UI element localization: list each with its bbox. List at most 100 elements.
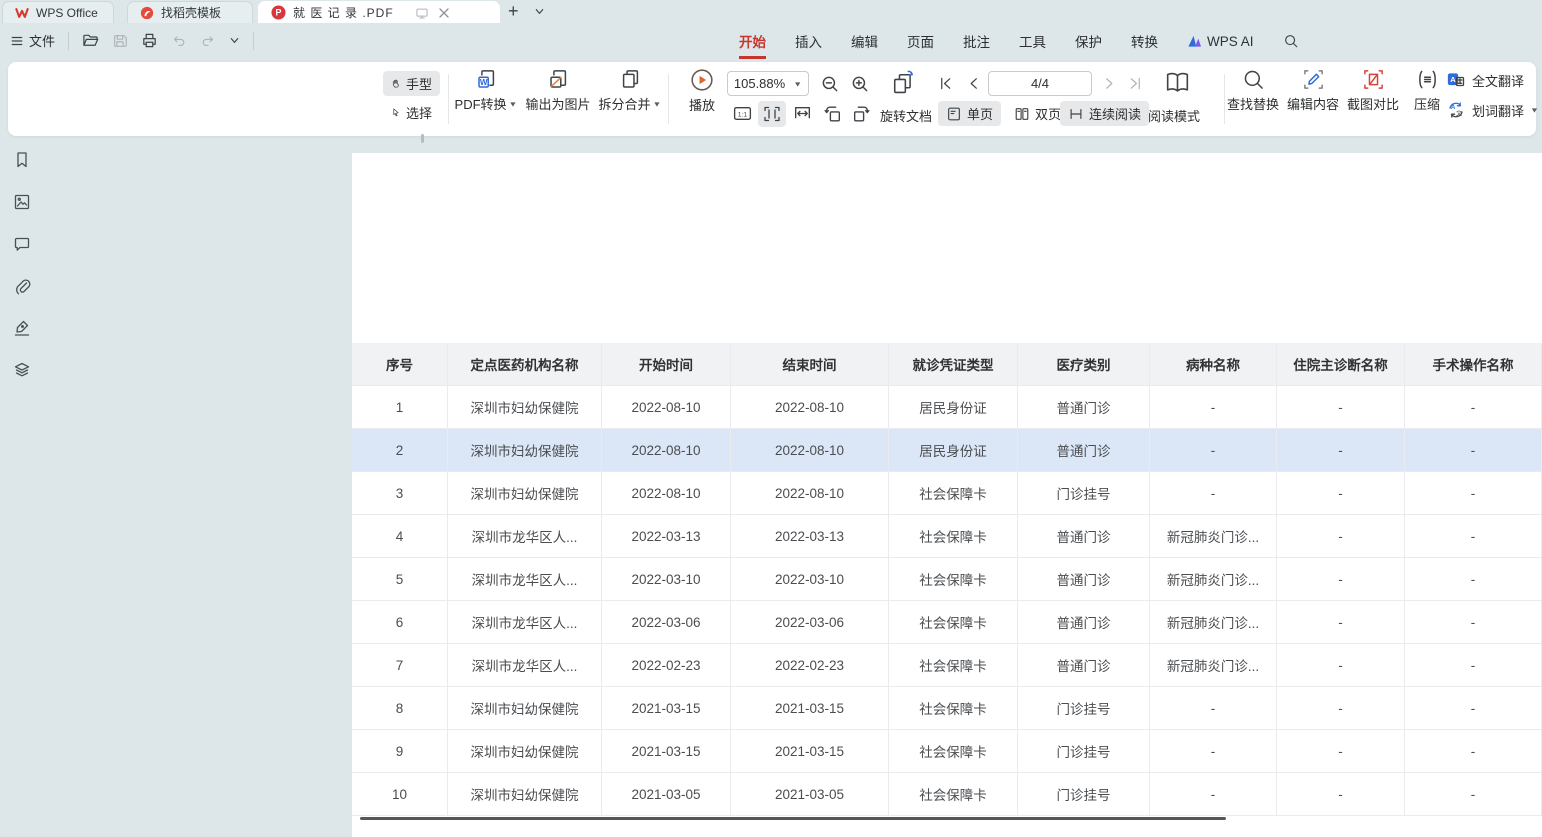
actual-size-icon[interactable]: 1:1 [732,103,753,124]
word-translate-label: 划词翻译 [1472,101,1524,120]
continuous-read-button[interactable]: 连续阅读 [1060,101,1149,126]
rotate-doc-label[interactable]: 旋转文档 [880,106,932,125]
table-cell: 普通门诊 [1018,515,1150,558]
rotate-left-icon[interactable] [822,103,843,124]
select-tool-button[interactable]: 选择 [383,100,440,125]
table-cell: 2022-03-10 [731,558,889,601]
table-cell: 新冠肺炎门诊... [1150,601,1277,644]
table-cell: 2021-03-15 [602,687,731,730]
play-button[interactable]: 播放 [678,68,726,114]
export-image-button[interactable]: 输出为图片 [521,68,595,113]
zoom-out-icon[interactable] [820,74,840,94]
pdf-convert-button[interactable]: W PDF转换▼ [451,68,521,113]
table-cell: 2022-02-23 [602,644,731,687]
menu-protect[interactable]: 保护 [1075,31,1102,51]
menu-edit[interactable]: 编辑 [851,31,878,51]
single-page-button[interactable]: 单页 [938,101,1001,126]
quick-access-chevron-icon[interactable] [229,35,240,46]
table-cell: - [1277,558,1405,601]
print-icon[interactable] [141,32,158,49]
svg-text:文: 文 [1456,110,1462,118]
tab-docer[interactable]: 找稻壳模板 [127,1,253,23]
table-cell: 深圳市龙华区人... [448,601,602,644]
first-page-icon[interactable] [938,76,953,91]
table-cell: 社会保障卡 [889,515,1018,558]
sidebar-thumbnails-button[interactable] [12,192,32,212]
zoom-in-icon[interactable] [850,74,870,94]
read-mode-label[interactable]: 阅读模式 [1148,106,1200,125]
file-menu-button[interactable]: 文件 [10,31,55,50]
open-folder-icon[interactable] [82,32,99,49]
menu-page[interactable]: 页面 [907,31,934,51]
ribbon-collapse-handle[interactable] [421,134,424,143]
redo-icon[interactable] [200,33,216,49]
tab-list-chevron-icon[interactable] [534,6,545,17]
svg-text:W: W [479,78,487,87]
table-cell: - [1405,429,1542,472]
undo-icon[interactable] [171,33,187,49]
sidebar-signature-button[interactable] [12,318,32,338]
table-cell: 2021-03-05 [731,773,889,816]
table-cell: - [1277,730,1405,773]
save-icon[interactable] [112,33,128,49]
menu-items: 开始 插入 编辑 页面 批注 工具 保护 转换 WPS AI [739,28,1299,54]
sidebar-comments-button[interactable] [12,234,32,254]
split-merge-button[interactable]: 拆分合并▼ [595,68,665,113]
table-header-cell: 结束时间 [731,343,889,386]
word-translate-button[interactable]: A文 划词翻译 ▼ [1446,100,1539,120]
table-cell: - [1277,644,1405,687]
table-cell: 3 [352,472,448,515]
table-cell: 深圳市妇幼保健院 [448,687,602,730]
sidebar-bookmarks-button[interactable] [12,150,32,170]
next-page-icon[interactable] [1102,76,1117,91]
menu-tools[interactable]: 工具 [1019,31,1046,51]
monitor-icon[interactable] [415,6,429,20]
menu-home[interactable]: 开始 [739,31,766,51]
layers-icon [13,361,31,379]
hand-tool-label: 手型 [406,74,432,93]
table-cell: - [1277,773,1405,816]
pdf-page[interactable]: 序号定点医药机构名称开始时间结束时间就诊凭证类型医疗类别病种名称住院主诊断名称手… [352,153,1542,837]
read-mode-book-icon[interactable] [1164,69,1191,96]
zoom-level-value: 105.88% [734,76,785,91]
navigation-sidebar [0,150,44,380]
full-translate-button[interactable]: A 全文翻译 [1446,70,1524,90]
close-icon[interactable] [438,7,450,19]
fit-page-button[interactable] [758,101,786,127]
organize-pages-icon[interactable] [890,70,916,96]
tab-document-active[interactable]: P 就 医 记 录 .PDF [258,1,500,23]
zoom-level-select[interactable]: 105.88% ▼ [727,71,809,96]
table-header-cell: 序号 [352,343,448,386]
last-page-icon[interactable] [1128,76,1143,91]
menu-search-icon[interactable] [1283,33,1299,49]
wps-logo-icon [15,6,29,20]
table-cell: 普通门诊 [1018,601,1150,644]
find-replace-label: 查找替换 [1227,94,1279,113]
chevron-down-icon: ▼ [653,100,662,108]
menu-convert[interactable]: 转换 [1131,31,1158,51]
hand-tool-button[interactable]: 手型 [383,71,440,96]
table-header-cell: 定点医药机构名称 [448,343,602,386]
edit-content-icon [1302,68,1325,91]
rotate-right-icon[interactable] [851,103,872,124]
sidebar-layers-button[interactable] [12,360,32,380]
menu-wps-ai[interactable]: WPS AI [1187,34,1254,49]
tab-wps-office[interactable]: WPS Office [2,1,114,23]
select-tool-label: 选择 [406,103,432,122]
table-cell: 社会保障卡 [889,601,1018,644]
table-cell: - [1405,644,1542,687]
prev-page-icon[interactable] [966,76,981,91]
table-cell: 普通门诊 [1018,429,1150,472]
pdf-convert-label: PDF转换 [455,94,507,113]
fit-width-icon[interactable] [792,103,813,124]
new-tab-button[interactable]: + [508,0,519,22]
table-bottom-edge [360,817,1226,820]
table-cell: 8 [352,687,448,730]
menu-annotate[interactable]: 批注 [963,31,990,51]
menu-insert[interactable]: 插入 [795,31,822,51]
table-cell: 7 [352,644,448,687]
table-cell: 门诊挂号 [1018,687,1150,730]
page-number-input[interactable]: 4/4 [988,71,1092,96]
sidebar-attachments-button[interactable] [12,276,32,296]
table-cell: 2021-03-15 [731,730,889,773]
